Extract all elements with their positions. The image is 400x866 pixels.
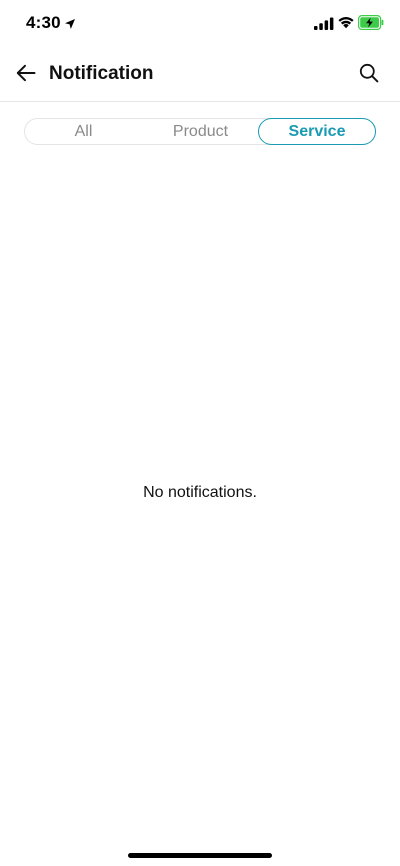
back-button[interactable]	[12, 62, 40, 88]
empty-state-message: No notifications.	[143, 484, 257, 501]
wifi-icon	[337, 15, 355, 29]
status-time: 4:30	[26, 13, 61, 32]
page-title: Notification	[49, 63, 154, 84]
tab-service[interactable]: Service	[258, 118, 376, 145]
arrow-left-icon	[16, 64, 36, 87]
tab-product[interactable]: Product	[142, 118, 259, 145]
header-bar: Notification	[0, 48, 400, 102]
status-bar: 4:30	[0, 0, 400, 48]
tab-all[interactable]: All	[25, 118, 142, 145]
search-icon	[359, 63, 379, 88]
location-arrow-icon	[64, 17, 76, 29]
home-indicator[interactable]	[128, 853, 272, 858]
cellular-signal-icon	[314, 17, 334, 30]
search-button[interactable]	[355, 61, 383, 89]
battery-charging-icon	[358, 15, 384, 31]
notification-tabs: All Product Service	[24, 118, 376, 145]
